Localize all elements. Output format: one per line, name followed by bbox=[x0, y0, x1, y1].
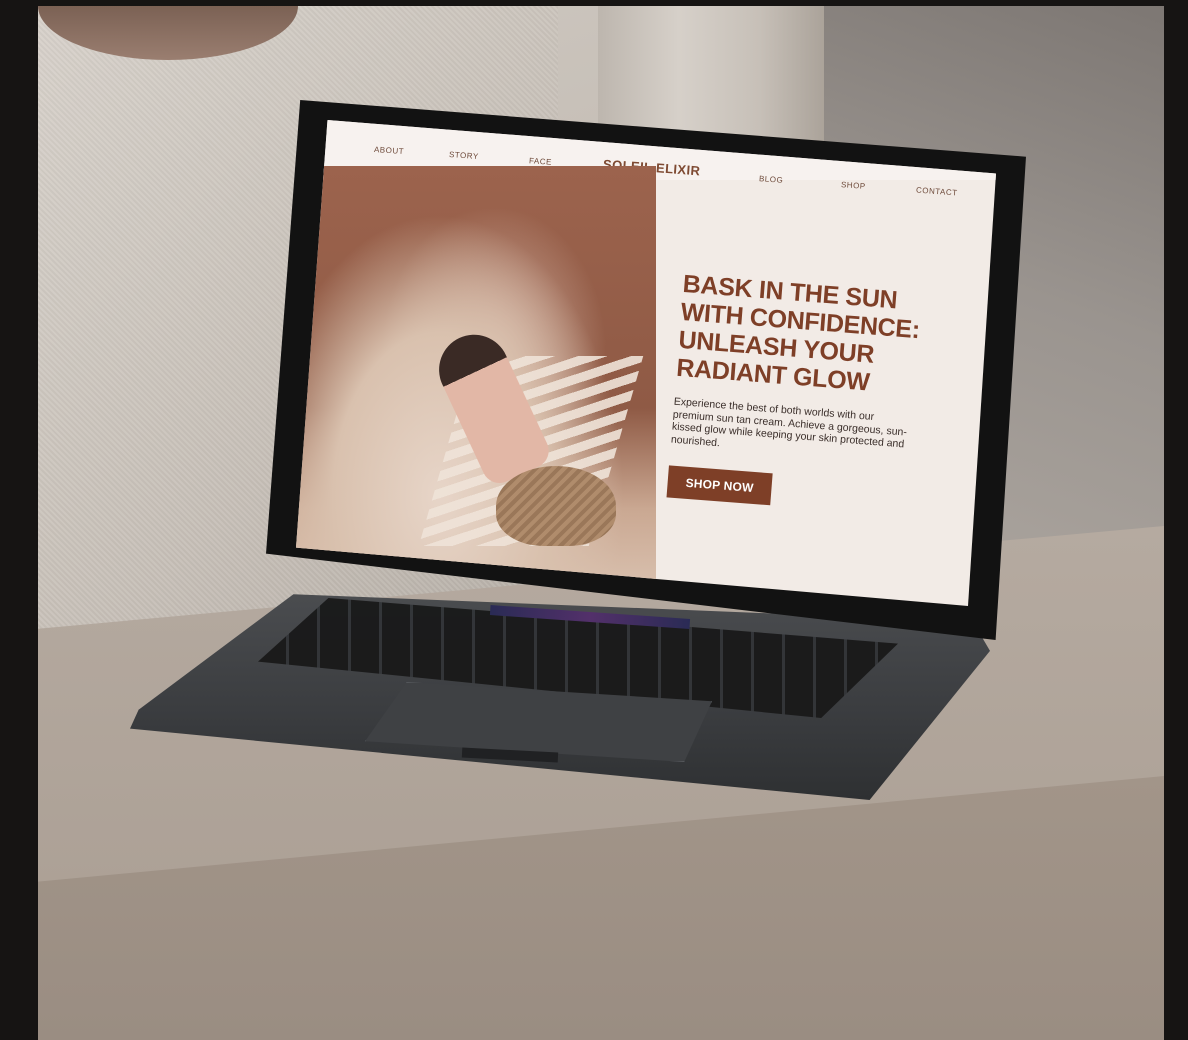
shop-now-button[interactable]: SHOP NOW bbox=[666, 465, 773, 506]
hero-headline: BASK IN THE SUN WITH CONFIDENCE: UNLEASH… bbox=[675, 270, 963, 403]
nav-shop[interactable]: SHOP bbox=[841, 180, 866, 191]
nav-about[interactable]: ABOUT bbox=[374, 145, 405, 156]
laptop-screen: ABOUT STORY FACE SOLEIL ELIXIR BLOG SHOP… bbox=[296, 120, 996, 606]
laptop: ABOUT STORY FACE SOLEIL ELIXIR BLOG SHOP… bbox=[0, 0, 1188, 1040]
hero-text: BASK IN THE SUN WITH CONFIDENCE: UNLEASH… bbox=[666, 270, 964, 519]
hero-description: Experience the best of both worlds with … bbox=[670, 395, 908, 451]
straw-bag bbox=[496, 466, 616, 546]
nav-contact[interactable]: CONTACT bbox=[916, 186, 958, 198]
nav-blog[interactable]: BLOG bbox=[759, 174, 784, 185]
hero-image bbox=[296, 166, 656, 606]
nav-story[interactable]: STORY bbox=[449, 150, 479, 161]
